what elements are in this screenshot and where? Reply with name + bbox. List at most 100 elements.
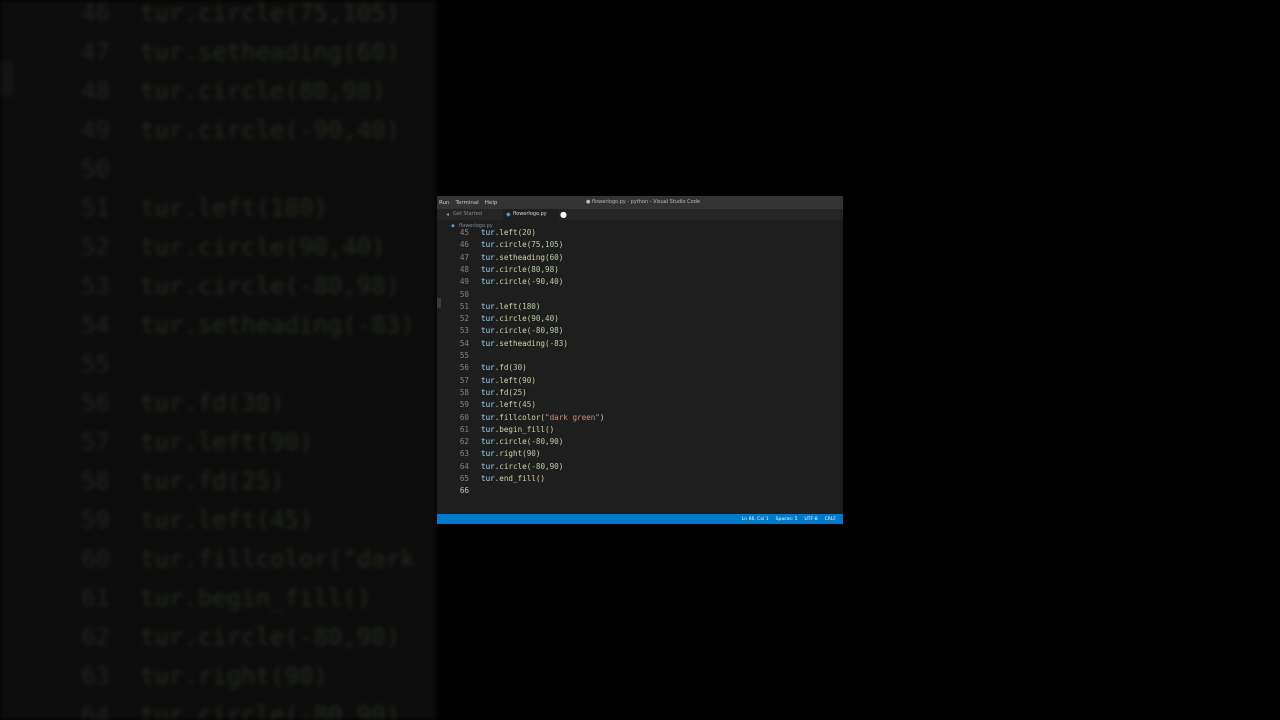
modified-dot-icon[interactable]: ● bbox=[560, 209, 567, 220]
background-line: 60 tur.fillcolor("dark bbox=[0, 540, 437, 579]
cursor-position[interactable]: Ln 66, Col 1 bbox=[742, 517, 769, 522]
line-number: 54 bbox=[81, 311, 110, 339]
code-line[interactable]: 51 tur.left(180) bbox=[437, 301, 843, 313]
code-line[interactable]: 54 tur.setheading(-83) bbox=[437, 338, 843, 350]
line-number: 60 bbox=[459, 412, 469, 422]
window-title: ● flowerlogo.py - python - Visual Studio… bbox=[586, 199, 700, 205]
code-text: tur.fillcolor("dark green") bbox=[481, 412, 605, 422]
code-text: tur.left(180) bbox=[140, 194, 328, 222]
code-line[interactable]: 46 tur.circle(75,105) bbox=[437, 239, 843, 251]
code-text: tur.circle(-80,90) bbox=[481, 437, 564, 447]
code-line[interactable]: 53 tur.circle(-80,98) bbox=[437, 325, 843, 337]
line-number: 58 bbox=[81, 467, 110, 495]
code-line[interactable]: 61 tur.begin_fill() bbox=[437, 424, 843, 436]
menu-run[interactable]: Run bbox=[439, 200, 450, 206]
line-number: 63 bbox=[459, 449, 469, 459]
background-line: 63 tur.right(90) bbox=[0, 657, 437, 696]
line-number: 48 bbox=[81, 77, 110, 105]
background-line: 52 tur.circle(90,40) bbox=[0, 228, 437, 267]
background-code-blurred: 46 tur.circle(75,105) 47 tur.setheading(60)… bbox=[0, 0, 437, 720]
line-number: 61 bbox=[81, 584, 110, 612]
line-number: 49 bbox=[459, 277, 469, 287]
end-of-line[interactable]: CRLF bbox=[825, 517, 836, 522]
line-number: 54 bbox=[459, 338, 469, 348]
background-line: 62 tur.circle(-80,90) bbox=[0, 618, 437, 657]
status-bar: Ln 66, Col 1 Spaces: 5 UTF-8 CRLF bbox=[437, 514, 843, 524]
line-number: 58 bbox=[459, 387, 469, 397]
code-editor[interactable]: 45 tur.left(20) 46 tur.circle(75,105) 47 tur.… bbox=[437, 228, 843, 524]
line-number: 53 bbox=[81, 272, 110, 300]
code-line[interactable]: 48 tur.circle(80,98) bbox=[437, 264, 843, 276]
code-line[interactable]: 59 tur.left(45) bbox=[437, 399, 843, 411]
menu-help[interactable]: Help bbox=[485, 200, 498, 206]
background-line: 55 bbox=[0, 345, 437, 384]
background-line: 47 tur.setheading(60) bbox=[0, 33, 437, 72]
background-line: 53 tur.circle(-80,98) bbox=[0, 267, 437, 306]
line-number: 56 bbox=[459, 363, 469, 373]
code-text: tur.left(90) bbox=[140, 428, 314, 456]
code-text: tur.circle(90,40) bbox=[140, 233, 386, 261]
line-number: 60 bbox=[81, 545, 110, 573]
code-line[interactable]: 62 tur.circle(-80,90) bbox=[437, 436, 843, 448]
code-text: tur.left(90) bbox=[481, 375, 536, 385]
line-number: 51 bbox=[459, 301, 469, 311]
line-number: 52 bbox=[81, 233, 110, 261]
code-text: tur.circle(-90,40) bbox=[481, 277, 564, 287]
code-text: tur.circle(-90,40) bbox=[140, 116, 401, 144]
code-text: tur.circle(-80,90) bbox=[140, 623, 401, 651]
code-text: tur.fd(30) bbox=[481, 363, 527, 373]
line-number: 59 bbox=[81, 506, 110, 534]
code-line[interactable]: 63 tur.right(90) bbox=[437, 448, 843, 460]
code-text: tur.end_fill() bbox=[481, 474, 546, 483]
code-text: tur.fd(25) bbox=[481, 387, 527, 397]
code-line[interactable]: 60 tur.fillcolor("dark green") bbox=[437, 412, 843, 424]
code-text: tur.fillcolor("dark bbox=[140, 545, 415, 573]
code-line[interactable]: 52 tur.circle(90,40) bbox=[437, 313, 843, 325]
line-number: 62 bbox=[459, 437, 469, 447]
background-line: 59 tur.left(45) bbox=[0, 501, 437, 540]
menu-terminal[interactable]: Terminal bbox=[456, 200, 479, 206]
line-number: 46 bbox=[459, 240, 469, 250]
background-line: 49 tur.circle(-90,40) bbox=[0, 111, 437, 150]
background-line: 57 tur.left(90) bbox=[0, 423, 437, 462]
background-line: 50 bbox=[0, 150, 437, 189]
code-text: tur.fd(30) bbox=[140, 389, 285, 417]
code-line[interactable]: 55 bbox=[437, 350, 843, 362]
tab-get-started[interactable]: ◂ Get Started bbox=[443, 209, 505, 220]
line-number: 62 bbox=[81, 623, 110, 651]
encoding[interactable]: UTF-8 bbox=[805, 517, 818, 522]
line-number: 64 bbox=[81, 701, 110, 720]
line-number: 46 bbox=[81, 0, 110, 27]
tab-label: Get Started bbox=[453, 211, 482, 217]
code-text: tur.setheading(-83) bbox=[481, 338, 568, 348]
indentation[interactable]: Spaces: 5 bbox=[776, 517, 798, 522]
code-text: tur.circle(80,98) bbox=[140, 77, 386, 105]
tab-label: flowerlogo.py bbox=[513, 211, 547, 217]
code-text: tur.circle(75,105) bbox=[481, 240, 564, 250]
code-line[interactable]: 64 tur.circle(-80,90) bbox=[437, 461, 843, 473]
vscode-icon: ◂ bbox=[446, 211, 450, 218]
code-line[interactable]: 58 tur.fd(25) bbox=[437, 387, 843, 399]
code-text: tur.fd(25) bbox=[140, 467, 285, 495]
tab-flowerlogo[interactable]: ◆ flowerlogo.py ● bbox=[503, 209, 567, 220]
line-number: 47 bbox=[81, 38, 110, 66]
code-text: tur.setheading(-83) bbox=[140, 311, 415, 339]
code-text: tur.circle(80,98) bbox=[481, 264, 559, 274]
code-text: tur.circle(-80,98) bbox=[481, 326, 564, 336]
code-line[interactable]: 50 bbox=[437, 289, 843, 301]
code-text: tur.circle(-80,98) bbox=[140, 272, 401, 300]
code-line[interactable]: 57 tur.left(90) bbox=[437, 375, 843, 387]
line-number: 48 bbox=[459, 264, 469, 274]
line-number: 64 bbox=[459, 461, 469, 471]
line-number: 65 bbox=[459, 474, 469, 483]
code-line[interactable]: 47 tur.setheading(60) bbox=[437, 252, 843, 264]
code-text: tur.left(20) bbox=[481, 228, 536, 237]
code-line[interactable]: 66 bbox=[437, 485, 843, 497]
code-line[interactable]: 45 tur.left(20) bbox=[437, 227, 843, 239]
code-line[interactable]: 65 tur.end_fill() bbox=[437, 473, 843, 485]
code-text: tur.circle(90,40) bbox=[481, 314, 559, 324]
code-line[interactable]: 49 tur.circle(-90,40) bbox=[437, 276, 843, 288]
line-number: 55 bbox=[459, 351, 469, 360]
line-number: 56 bbox=[81, 389, 110, 417]
code-line[interactable]: 56 tur.fd(30) bbox=[437, 362, 843, 374]
